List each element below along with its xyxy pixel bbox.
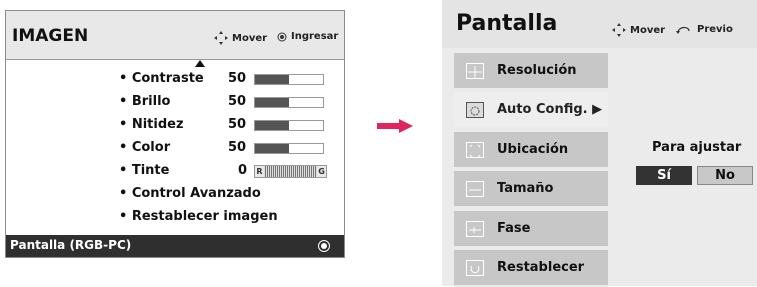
menu-item-color[interactable]: • Color 50 [6,137,344,159]
menu-item-label: • Contraste [119,71,204,86]
menu-item-label: • Restablecer imagen [119,209,278,224]
menu-item-label: Pantalla (RGB-PC) [10,238,132,252]
right-arrow-icon [377,119,413,133]
menu-item-label: • Control Avanzado [119,186,261,201]
imagen-menu-panel: IMAGEN Mover Ingresar • Contraste 50 • B… [5,10,345,258]
previous-hint: Previo [675,23,733,35]
move-hint-label: Mover [630,24,666,36]
phase-icon [466,221,484,237]
reset-icon [466,260,484,276]
enter-hint: Ingresar [277,31,338,42]
size-icon [466,181,484,197]
move-hint: Mover [612,23,665,37]
menu-item-label: Ubicación [497,142,569,157]
level-bar[interactable] [254,143,324,154]
level-bar-fill [255,121,289,130]
level-bar-fill [255,144,289,153]
selected-radio-icon [318,240,330,252]
adjust-prompt: Para ajustar [652,140,742,155]
tint-green-label: G [317,166,326,177]
menu-item-label: Tamaño [497,181,554,196]
level-bar[interactable] [254,120,324,131]
yes-button[interactable]: Sí [636,166,692,185]
enter-circle-icon [277,32,287,41]
scroll-up-icon[interactable] [195,60,205,67]
previous-hint-label: Previo [697,23,733,35]
imagen-menu-title: IMAGEN [12,26,89,46]
menu-item-label: Fase [497,221,531,236]
menu-item-value: 50 [228,71,247,86]
move-hint-label: Mover [232,32,268,44]
menu-item-label: • Tinte [119,163,170,178]
auto-config-icon [466,102,484,118]
menu-item-label: • Nitidez [119,117,184,132]
level-bar-fill [255,75,289,84]
menu-item-label: Resolución [497,63,577,78]
menu-item-value: 0 [238,163,248,178]
menu-item-label: • Color [119,140,171,155]
menu-item-pantalla-rgb-pc[interactable]: Pantalla (RGB-PC) [6,235,344,257]
menu-item-fase[interactable]: Fase [454,211,608,248]
menu-item-contraste[interactable]: • Contraste 50 [6,68,344,90]
menu-item-restablecer[interactable]: Restablecer [454,250,608,287]
move-arrows-icon [214,31,228,45]
menu-item-nitidez[interactable]: • Nitidez 50 [6,114,344,136]
resolution-icon [466,63,484,79]
tint-red-label: R [255,166,264,177]
pantalla-menu-header: Pantalla Mover Previo [442,0,757,48]
header-divider [6,59,344,60]
menu-item-ubicacion[interactable]: Ubicación [454,132,608,169]
menu-item-label: • Brillo [119,94,171,109]
pantalla-menu-title: Pantalla [456,11,558,36]
move-hint: Mover [214,31,267,45]
menu-item-resolucion[interactable]: Resolución [454,53,608,90]
menu-item-label: Auto Config. ▶ [497,102,603,117]
menu-item-value: 50 [228,117,247,132]
no-button[interactable]: No [697,166,753,185]
return-icon [676,26,690,34]
move-arrows-icon [612,23,626,37]
menu-item-brillo[interactable]: • Brillo 50 [6,91,344,113]
enter-hint-label: Ingresar [291,31,339,42]
level-bar[interactable] [254,97,324,108]
position-icon [466,142,484,158]
menu-item-auto-config[interactable]: Auto Config. ▶ [454,92,608,129]
imagen-menu-header: IMAGEN Mover Ingresar [6,11,344,59]
pantalla-menu-panel: Pantalla Mover Previo Resolución Auto Co… [442,0,757,287]
menu-item-restablecer-imagen[interactable]: • Restablecer imagen [6,206,344,228]
menu-item-tamano[interactable]: Tamaño [454,171,608,208]
level-bar-fill [255,98,289,107]
level-bar[interactable] [254,74,324,85]
menu-item-label: Restablecer [497,260,585,275]
menu-item-control-avanzado[interactable]: • Control Avanzado [6,183,344,205]
menu-item-value: 50 [228,140,247,155]
menu-item-tinte[interactable]: • Tinte 0 R G [6,160,344,182]
tint-slider[interactable]: R G [254,165,327,178]
menu-item-value: 50 [228,94,247,109]
